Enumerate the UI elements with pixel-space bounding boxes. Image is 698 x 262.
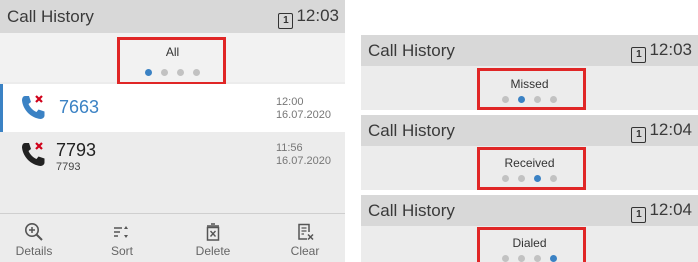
line-1-icon: 1 [631, 47, 647, 63]
details-button[interactable]: Details [0, 214, 68, 262]
delete-button[interactable]: Delete [179, 214, 247, 262]
screen-title: Call History [7, 7, 94, 26]
call-list-item[interactable]: 7793 7793 11:56 16.07.2020 [0, 132, 345, 182]
line-1-icon: 1 [631, 207, 647, 223]
call-list-item[interactable]: 7663 12:00 16.07.2020 [0, 84, 345, 132]
call-time: 11:56 [275, 142, 303, 154]
header-bar: Call History 1 12:03 [0, 0, 345, 33]
clear-label: Clear [290, 244, 320, 258]
clock-time: 12:03 [296, 6, 339, 25]
sort-icon [114, 226, 128, 238]
clock-time: 12:03 [649, 40, 692, 59]
header-bar: Call History 1 12:04 [361, 195, 698, 226]
call-number-sub: 7793 [56, 161, 81, 173]
trash-icon [206, 223, 220, 241]
screen-title: Call History [368, 201, 455, 220]
call-date: 16.07.2020 [275, 155, 331, 167]
header-bar: Call History 1 12:04 [361, 115, 698, 146]
zoom-in-icon [25, 223, 43, 241]
clock-time: 12:04 [649, 200, 692, 219]
details-label: Details [15, 244, 53, 258]
call-history-screen-all: Call History 1 12:03 All 7663 12:00 16.07… [0, 0, 345, 262]
status-time: 1 12:04 [631, 120, 692, 143]
clear-button[interactable]: Clear [271, 214, 339, 262]
call-datetime: 12:00 16.07.2020 [276, 96, 331, 122]
call-datetime: 11:56 16.07.2020 [276, 142, 331, 168]
highlight-box [477, 68, 586, 110]
missed-call-icon [19, 140, 49, 175]
line-1-icon: 1 [631, 127, 647, 143]
missed-call-icon [19, 93, 49, 128]
clock-time: 12:04 [649, 120, 692, 139]
clear-list-icon [298, 223, 314, 241]
call-history-screen-received: Call History 1 12:04 Received [361, 115, 698, 190]
status-time: 1 12:04 [631, 200, 692, 223]
call-date: 16.07.2020 [275, 109, 331, 121]
sort-label: Sort [110, 244, 133, 258]
delete-label: Delete [195, 244, 231, 258]
highlight-box [117, 37, 226, 85]
header-bar: Call History 1 12:03 [361, 35, 698, 66]
sort-button[interactable]: Sort [88, 214, 156, 262]
screen-title: Call History [368, 121, 455, 140]
screen-title: Call History [368, 41, 455, 60]
softkey-bar: Details Sort Delete Clear [0, 213, 345, 262]
highlight-box [477, 227, 586, 262]
call-time: 12:00 [275, 96, 304, 108]
status-time: 1 12:03 [278, 6, 339, 29]
call-history-screen-missed: Call History 1 12:03 Missed [361, 35, 698, 110]
highlight-box [477, 147, 586, 190]
call-number: 7663 [59, 97, 100, 117]
line-1-icon: 1 [278, 13, 294, 29]
status-time: 1 12:03 [631, 40, 692, 63]
call-number: 7793 [56, 140, 97, 160]
call-history-screen-dialed: Call History 1 12:04 Dialed [361, 195, 698, 262]
